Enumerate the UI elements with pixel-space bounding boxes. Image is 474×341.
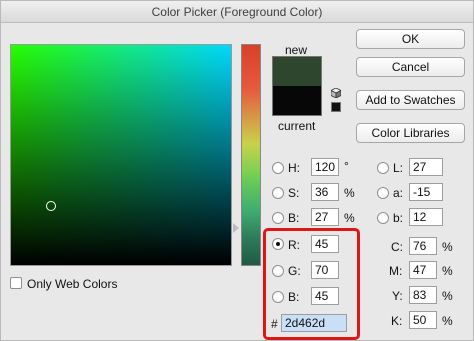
only-web-colors-checkbox[interactable] bbox=[10, 277, 22, 289]
cyan-label: C: bbox=[391, 240, 403, 254]
add-to-swatches-button[interactable]: Add to Swatches bbox=[356, 90, 465, 110]
yellow-input[interactable]: 83 bbox=[409, 286, 437, 304]
black-unit: % bbox=[442, 314, 453, 328]
lab-l-input[interactable]: 27 bbox=[409, 158, 443, 176]
radio-lab-l[interactable] bbox=[377, 162, 389, 174]
lab-b-label: b: bbox=[393, 211, 404, 225]
magenta-input[interactable]: 47 bbox=[409, 261, 437, 279]
lab-a-label: a: bbox=[393, 186, 404, 200]
hue-slider-arrow-icon[interactable] bbox=[233, 223, 239, 233]
color-libraries-button[interactable]: Color Libraries bbox=[356, 123, 465, 143]
radio-brightness[interactable] bbox=[272, 212, 284, 224]
cyan-unit: % bbox=[442, 240, 453, 254]
brightness-label: B: bbox=[288, 211, 300, 225]
only-web-colors-label[interactable]: Only Web Colors bbox=[27, 277, 117, 291]
radio-lab-a[interactable] bbox=[377, 187, 389, 199]
cyan-input[interactable]: 76 bbox=[409, 237, 437, 255]
radio-hue[interactable] bbox=[272, 162, 284, 174]
window-title: Color Picker (Foreground Color) bbox=[151, 5, 323, 19]
yellow-label: Y: bbox=[392, 289, 403, 303]
saturation-input[interactable]: 36 bbox=[311, 183, 339, 201]
hue-slider[interactable] bbox=[241, 44, 261, 266]
cancel-button[interactable]: Cancel bbox=[356, 57, 465, 77]
rgb-highlight-box bbox=[263, 228, 360, 340]
magenta-unit: % bbox=[442, 264, 453, 278]
hue-unit: ° bbox=[344, 159, 349, 173]
cube-icon[interactable] bbox=[331, 88, 341, 98]
new-label: new bbox=[285, 43, 308, 57]
magenta-label: M: bbox=[389, 264, 403, 278]
lab-b-input[interactable]: 12 bbox=[409, 208, 443, 226]
brightness-input[interactable]: 27 bbox=[311, 208, 339, 226]
ok-button[interactable]: OK bbox=[356, 29, 465, 49]
new-color-swatch bbox=[272, 56, 322, 86]
websafe-swatch-icon[interactable] bbox=[331, 102, 341, 112]
color-field-cursor[interactable] bbox=[46, 201, 56, 211]
color-field[interactable] bbox=[10, 44, 232, 266]
radio-lab-b[interactable] bbox=[377, 212, 389, 224]
title-bar[interactable]: Color Picker (Foreground Color) bbox=[1, 1, 473, 23]
current-color-swatch[interactable] bbox=[272, 86, 322, 116]
saturation-label: S: bbox=[288, 186, 300, 200]
black-label: K: bbox=[391, 314, 403, 328]
black-input[interactable]: 50 bbox=[409, 311, 437, 329]
lab-l-label: L: bbox=[393, 161, 404, 175]
saturation-unit: % bbox=[344, 186, 355, 200]
color-picker-dialog: Color Picker (Foreground Color) new curr… bbox=[0, 0, 474, 341]
yellow-unit: % bbox=[442, 289, 453, 303]
hue-label: H: bbox=[288, 161, 300, 175]
brightness-unit: % bbox=[344, 211, 355, 225]
lab-a-input[interactable]: -15 bbox=[409, 183, 443, 201]
hue-input[interactable]: 120 bbox=[311, 158, 339, 176]
current-label: current bbox=[278, 119, 316, 133]
radio-saturation[interactable] bbox=[272, 187, 284, 199]
